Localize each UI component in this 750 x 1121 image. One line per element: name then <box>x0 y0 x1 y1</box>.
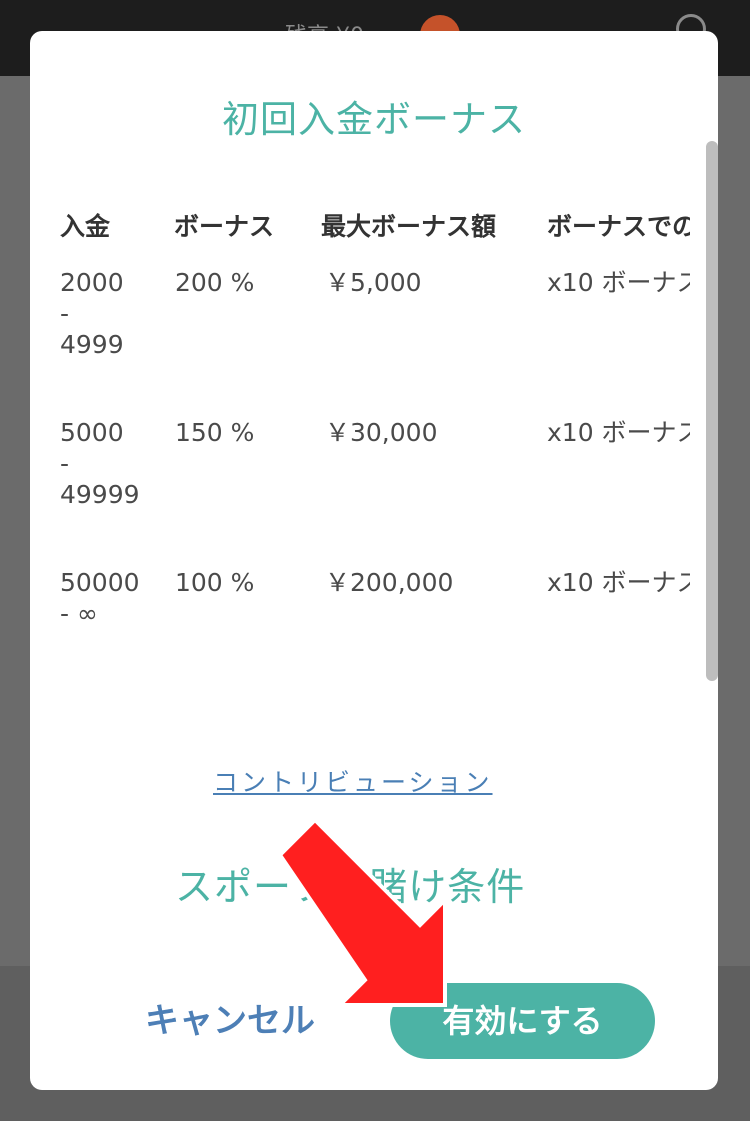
row1-max: ￥5,000 <box>325 268 422 297</box>
row3-range: 50000 - ∞ <box>60 568 140 628</box>
row1-wager: x10 ボーナス <box>547 268 690 297</box>
scrollbar[interactable] <box>706 141 718 681</box>
row1-bonus: 200 % <box>175 268 255 297</box>
header-bonus: ボーナス <box>174 212 275 241</box>
header-max-bonus: 最大ボーナス額 <box>321 212 497 241</box>
row1-range: 2000 - 4999 <box>60 268 124 359</box>
red-arrow-icon <box>277 820 447 1007</box>
row3-bonus: 100 % <box>175 568 255 597</box>
row3-wager: x10 ボーナス <box>547 568 690 597</box>
bonus-table: 入金 ボーナス 最大ボーナス額 ボーナスでの 2000 - 4999 200 %… <box>60 207 690 647</box>
row2-max: ￥30,000 <box>325 418 438 447</box>
row3-max: ￥200,000 <box>325 568 454 597</box>
modal-title: 初回入金ボーナス <box>222 98 526 141</box>
row2-range: 5000 - 49999 <box>60 418 140 509</box>
row2-bonus: 150 % <box>175 418 255 447</box>
header-wager: ボーナスでの <box>547 212 690 241</box>
header-deposit: 入金 <box>60 212 111 241</box>
row2-wager: x10 ボーナス <box>547 418 690 447</box>
contribution-link[interactable]: コントリビューション <box>213 763 493 799</box>
